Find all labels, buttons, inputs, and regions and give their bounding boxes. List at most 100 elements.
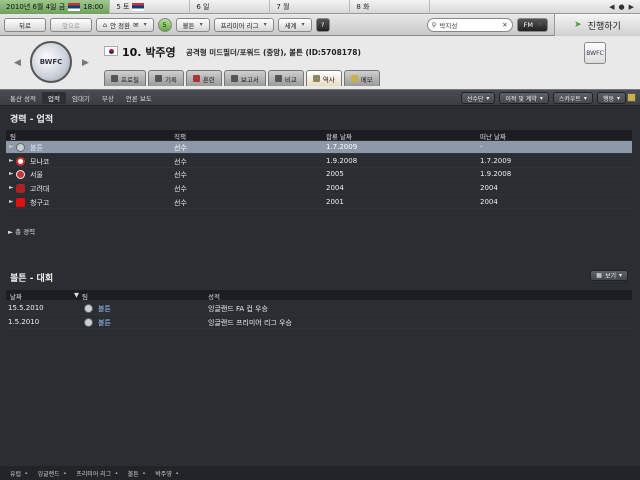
col-joined[interactable]: 합류 날짜 bbox=[326, 131, 352, 141]
tab-label: 프로필 bbox=[121, 75, 139, 84]
club-icon bbox=[16, 198, 25, 207]
report-icon bbox=[230, 75, 238, 82]
table-row[interactable]: ► 모나코 선수 1.9.2008 1.7.2009 bbox=[6, 155, 632, 168]
left-date: 2004 bbox=[480, 184, 498, 192]
calendar-day-label: 8 화 bbox=[356, 3, 370, 11]
breadcrumb-player[interactable]: 박주영 bbox=[151, 469, 182, 478]
subnav-career-stats[interactable]: 통산 성적 bbox=[4, 92, 42, 104]
proceed-button[interactable]: ➤ 진행하기 bbox=[554, 14, 640, 36]
table-row[interactable]: ► 볼튼 선수 1.7.2009 - bbox=[6, 141, 632, 154]
expand-icon[interactable]: ► bbox=[9, 198, 14, 205]
next-player-icon[interactable]: ▶ bbox=[82, 58, 90, 68]
breadcrumb-europe[interactable]: 유럽 bbox=[6, 469, 32, 478]
col-result[interactable]: 성적 bbox=[208, 291, 220, 301]
career-table-header: 팀 직책 합류 날짜 떠난 날짜 bbox=[6, 130, 632, 141]
breadcrumb-england[interactable]: 잉글랜드 bbox=[34, 469, 71, 478]
player-info: 공격형 미드필더/포워드 (중앙), 볼튼 (ID:5708178) bbox=[186, 48, 361, 57]
table-row[interactable]: 1.5.2010 볼튼 잉글랜드 프리미어 리그 우승 bbox=[6, 316, 632, 329]
compare-icon bbox=[274, 75, 282, 82]
subnav-achievements[interactable]: 업적 bbox=[42, 91, 66, 104]
role: 선수 bbox=[174, 158, 187, 166]
total-career-label: 총 경력 bbox=[15, 228, 36, 236]
tab-compare[interactable]: 비교 bbox=[267, 70, 304, 86]
table-row[interactable]: ► 고려대 선수 2004 2004 bbox=[6, 182, 632, 195]
team-link[interactable]: 서울 bbox=[30, 170, 43, 180]
calendar-day[interactable]: 8 화 bbox=[350, 0, 431, 14]
tab-label: 역사 bbox=[322, 75, 335, 84]
tab-stats[interactable]: 기록 bbox=[147, 70, 184, 86]
team-link[interactable]: 고려대 bbox=[30, 184, 49, 194]
expand-icon[interactable]: ► bbox=[9, 184, 14, 191]
tab-profile[interactable]: 프로필 bbox=[104, 70, 146, 86]
view-button[interactable]: ▦ 보기 bbox=[590, 270, 628, 281]
club-button[interactable]: 볼튼 bbox=[175, 17, 210, 32]
help-button[interactable]: ? bbox=[315, 17, 330, 32]
notification-icon[interactable]: 5 bbox=[157, 17, 172, 32]
col-team[interactable]: 팀 bbox=[82, 291, 88, 301]
world-button[interactable]: 세계 bbox=[277, 17, 312, 32]
profile-icon bbox=[111, 75, 118, 82]
transfer-contract-button[interactable]: 이적 및 계약 bbox=[499, 92, 549, 104]
col-team[interactable]: 팀 bbox=[10, 131, 16, 141]
col-date[interactable]: 날짜 bbox=[10, 291, 22, 301]
fm-menu-button[interactable]: FM bbox=[516, 17, 548, 32]
calendar-day-label: 5 토 bbox=[116, 3, 130, 11]
expand-icon[interactable]: ► bbox=[9, 170, 14, 177]
prev-icon[interactable]: ◀ bbox=[609, 3, 614, 11]
prev-player-icon[interactable]: ◀ bbox=[14, 58, 22, 68]
expand-icon[interactable]: ► bbox=[9, 143, 14, 150]
club-icon bbox=[16, 143, 25, 152]
calendar-today[interactable]: 2010년 6월 4일 금 18:00 bbox=[0, 0, 111, 14]
subnav-loans[interactable]: 임대기 bbox=[66, 92, 96, 104]
club-icon bbox=[16, 157, 25, 166]
calendar-day[interactable]: 6 일 bbox=[190, 0, 271, 14]
team-link[interactable]: 모나코 bbox=[30, 157, 49, 167]
subnav-media[interactable]: 언론 보도 bbox=[120, 92, 158, 104]
dot-icon[interactable]: ● bbox=[619, 3, 625, 11]
search-input[interactable]: ⚲ 박지성 ✕ bbox=[426, 17, 513, 32]
tab-reports[interactable]: 보고서 bbox=[223, 70, 266, 86]
league-button[interactable]: 프리미어 리그 bbox=[213, 17, 274, 32]
subnav-injuries[interactable]: 부상 bbox=[96, 92, 120, 104]
team-link[interactable]: 볼튼 bbox=[98, 304, 111, 314]
breadcrumb-league[interactable]: 프리미어 리그 bbox=[72, 469, 122, 478]
table-row[interactable]: ► 서울 선수 2005 1.9.2008 bbox=[6, 168, 632, 181]
serbia-flag-icon bbox=[132, 3, 145, 11]
tab-training[interactable]: 훈련 bbox=[185, 70, 222, 86]
club-icon bbox=[16, 184, 25, 193]
expand-icon[interactable]: ► bbox=[9, 157, 14, 164]
calendar-day-label: 7 월 bbox=[276, 3, 290, 11]
korea-flag-icon bbox=[104, 46, 118, 56]
team-link[interactable]: 청구고 bbox=[30, 198, 49, 208]
clear-icon[interactable]: ✕ bbox=[502, 21, 507, 29]
tab-history[interactable]: 역사 bbox=[305, 70, 342, 86]
col-role[interactable]: 직책 bbox=[174, 131, 186, 141]
tab-label: 보고서 bbox=[240, 75, 259, 84]
col-left[interactable]: 떠난 날짜 bbox=[480, 131, 506, 141]
table-row[interactable]: 15.5.2010 볼튼 잉글랜드 FA 컵 우승 bbox=[6, 302, 632, 315]
club-badge-icon[interactable]: BWFC bbox=[584, 42, 606, 64]
home-label: 안 정환 bbox=[110, 21, 131, 30]
forward-button[interactable]: 앞으로 bbox=[50, 17, 92, 32]
team-link[interactable]: 볼튼 bbox=[98, 318, 111, 328]
sort-icon: ▼ bbox=[74, 291, 79, 299]
team-link[interactable]: 볼튼 bbox=[30, 143, 43, 153]
back-button[interactable]: 뒤로 bbox=[4, 17, 46, 32]
breadcrumb-club[interactable]: 볼튼 bbox=[124, 469, 150, 478]
calendar-day[interactable]: 5 토 bbox=[110, 0, 191, 14]
breadcrumb: 유럽 잉글랜드 프리미어 리그 볼튼 박주영 bbox=[0, 466, 640, 480]
tab-notes[interactable]: 메모 bbox=[343, 70, 380, 86]
squad-button[interactable]: 선수단 bbox=[460, 92, 496, 104]
total-career-toggle[interactable]: ► 총 경력 bbox=[8, 226, 35, 236]
calendar-day[interactable]: 7 월 bbox=[270, 0, 351, 14]
home-button[interactable]: ⌂ 안 정환 ✉ bbox=[96, 17, 154, 32]
scout-button[interactable]: 스카우트 bbox=[552, 92, 593, 104]
proceed-arrow-icon: ➤ bbox=[574, 20, 582, 30]
table-row[interactable]: ► 청구고 선수 2001 2004 bbox=[6, 196, 632, 209]
comp-result: 잉글랜드 프리미어 리그 우승 bbox=[208, 319, 292, 327]
mail-icon: ✉ bbox=[133, 20, 139, 29]
note-icon[interactable] bbox=[627, 93, 636, 102]
action-button[interactable]: 행동 bbox=[596, 92, 626, 104]
role: 선수 bbox=[174, 185, 187, 193]
next-icon[interactable]: ▶ bbox=[629, 3, 634, 11]
